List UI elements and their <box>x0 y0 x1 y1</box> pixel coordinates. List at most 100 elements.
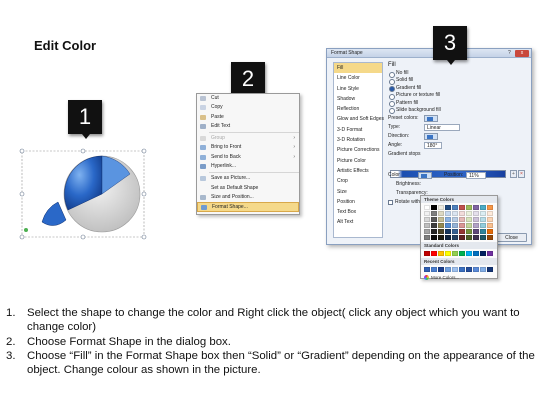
radio-pattern-fill[interactable]: Pattern fill <box>388 100 528 108</box>
color-swatch[interactable] <box>466 211 472 216</box>
color-swatch[interactable] <box>452 217 458 222</box>
color-swatch[interactable] <box>459 229 465 234</box>
color-swatch[interactable] <box>473 211 479 216</box>
color-swatch[interactable] <box>438 223 444 228</box>
color-swatch[interactable] <box>466 229 472 234</box>
color-swatch[interactable] <box>431 251 437 256</box>
radio-no-fill[interactable]: No fill <box>388 70 528 78</box>
color-swatch[interactable] <box>438 211 444 216</box>
nav-item-alt-text[interactable]: Alt Text <box>334 217 382 227</box>
color-swatch[interactable] <box>452 205 458 210</box>
color-swatch[interactable] <box>473 267 479 272</box>
color-swatch[interactable] <box>431 267 437 272</box>
color-swatch[interactable] <box>424 205 430 210</box>
pie-shape-group[interactable] <box>18 146 150 242</box>
menu-item-send-to-back[interactable]: Send to Back › <box>197 153 299 162</box>
nav-item-line-style[interactable]: Line Style <box>334 84 382 94</box>
color-swatch[interactable] <box>466 235 472 240</box>
color-swatch[interactable] <box>480 223 486 228</box>
color-swatch[interactable] <box>445 267 451 272</box>
help-icon[interactable]: ? <box>508 50 514 57</box>
color-swatch[interactable] <box>459 205 465 210</box>
menu-item-format-shape[interactable]: Format Shape... <box>197 202 299 212</box>
menu-item-edit-text[interactable]: Edit Text <box>197 122 299 131</box>
color-swatch[interactable] <box>473 229 479 234</box>
color-swatch[interactable] <box>438 205 444 210</box>
nav-item-artistic-effects[interactable]: Artistic Effects <box>334 166 382 176</box>
color-swatch[interactable] <box>424 235 430 240</box>
color-swatch[interactable] <box>431 211 437 216</box>
color-swatch[interactable] <box>438 251 444 256</box>
color-swatch[interactable] <box>466 217 472 222</box>
color-swatch[interactable] <box>424 229 430 234</box>
menu-item-set-default-shape[interactable]: Set as Default Shape <box>197 184 299 193</box>
color-swatch[interactable] <box>473 235 479 240</box>
angle-input[interactable]: 180° <box>424 142 442 150</box>
color-swatch[interactable] <box>473 223 479 228</box>
color-swatch[interactable] <box>431 217 437 222</box>
color-swatch[interactable] <box>480 205 486 210</box>
close-button[interactable]: Close <box>496 233 527 242</box>
nav-item-3d-format[interactable]: 3-D Format <box>334 125 382 135</box>
color-swatch[interactable] <box>445 205 451 210</box>
color-swatch[interactable] <box>487 251 493 256</box>
color-swatch[interactable] <box>487 217 493 222</box>
menu-item-hyperlink[interactable]: Hyperlink... <box>197 162 299 171</box>
color-swatch[interactable] <box>487 205 493 210</box>
direction-dropdown[interactable] <box>424 133 438 141</box>
nav-item-picture-color[interactable]: Picture Color <box>334 156 382 166</box>
color-swatch[interactable] <box>459 223 465 228</box>
nav-item-reflection[interactable]: Reflection <box>334 104 382 114</box>
color-swatch[interactable] <box>487 235 493 240</box>
nav-item-shadow[interactable]: Shadow <box>334 94 382 104</box>
color-swatch[interactable] <box>431 235 437 240</box>
color-swatch[interactable] <box>480 229 486 234</box>
menu-item-save-as-picture[interactable]: Save as Picture... <box>197 174 299 183</box>
nav-item-position[interactable]: Position <box>334 197 382 207</box>
color-swatch[interactable] <box>487 211 493 216</box>
color-swatch[interactable] <box>452 267 458 272</box>
menu-item-copy[interactable]: Copy <box>197 103 299 112</box>
color-swatch[interactable] <box>438 267 444 272</box>
color-swatch[interactable] <box>452 223 458 228</box>
color-swatch[interactable] <box>473 205 479 210</box>
color-swatch[interactable] <box>424 223 430 228</box>
color-swatch[interactable] <box>452 251 458 256</box>
color-swatch[interactable] <box>466 223 472 228</box>
nav-item-glow[interactable]: Glow and Soft Edges <box>334 114 384 124</box>
color-swatch[interactable] <box>445 251 451 256</box>
nav-item-3d-rotation[interactable]: 3-D Rotation <box>334 135 382 145</box>
position-input[interactable]: 11% <box>466 172 486 180</box>
color-swatch[interactable] <box>431 229 437 234</box>
color-swatch[interactable] <box>438 235 444 240</box>
color-swatch[interactable] <box>487 223 493 228</box>
color-swatch[interactable] <box>480 267 486 272</box>
nav-item-size[interactable]: Size <box>334 187 382 197</box>
type-select[interactable]: Linear <box>424 124 460 132</box>
color-swatch[interactable] <box>459 217 465 222</box>
color-swatch[interactable] <box>487 229 493 234</box>
color-swatch[interactable] <box>452 211 458 216</box>
color-swatch[interactable] <box>459 211 465 216</box>
color-swatch[interactable] <box>459 267 465 272</box>
color-swatch[interactable] <box>480 251 486 256</box>
nav-item-picture-corrections[interactable]: Picture Corrections <box>334 145 382 155</box>
color-swatch[interactable] <box>431 223 437 228</box>
color-swatch[interactable] <box>459 235 465 240</box>
nav-item-text-box[interactable]: Text Box <box>334 207 382 217</box>
color-swatch[interactable] <box>480 235 486 240</box>
color-swatch[interactable] <box>466 267 472 272</box>
radio-picture-fill[interactable]: Picture or texture fill <box>388 92 528 101</box>
menu-item-size-position[interactable]: Size and Position... <box>197 193 299 202</box>
menu-item-cut[interactable]: Cut <box>197 94 299 103</box>
color-swatch[interactable] <box>424 217 430 222</box>
color-swatch[interactable] <box>438 229 444 234</box>
nav-item-crop[interactable]: Crop <box>334 176 382 186</box>
color-swatch[interactable] <box>452 235 458 240</box>
pie-shape[interactable] <box>18 146 150 242</box>
menu-item-paste[interactable]: Paste <box>197 113 299 122</box>
color-swatch[interactable] <box>445 217 451 222</box>
close-icon[interactable]: x <box>515 50 529 57</box>
color-swatch[interactable] <box>424 267 430 272</box>
preset-colors-dropdown[interactable] <box>424 115 438 123</box>
